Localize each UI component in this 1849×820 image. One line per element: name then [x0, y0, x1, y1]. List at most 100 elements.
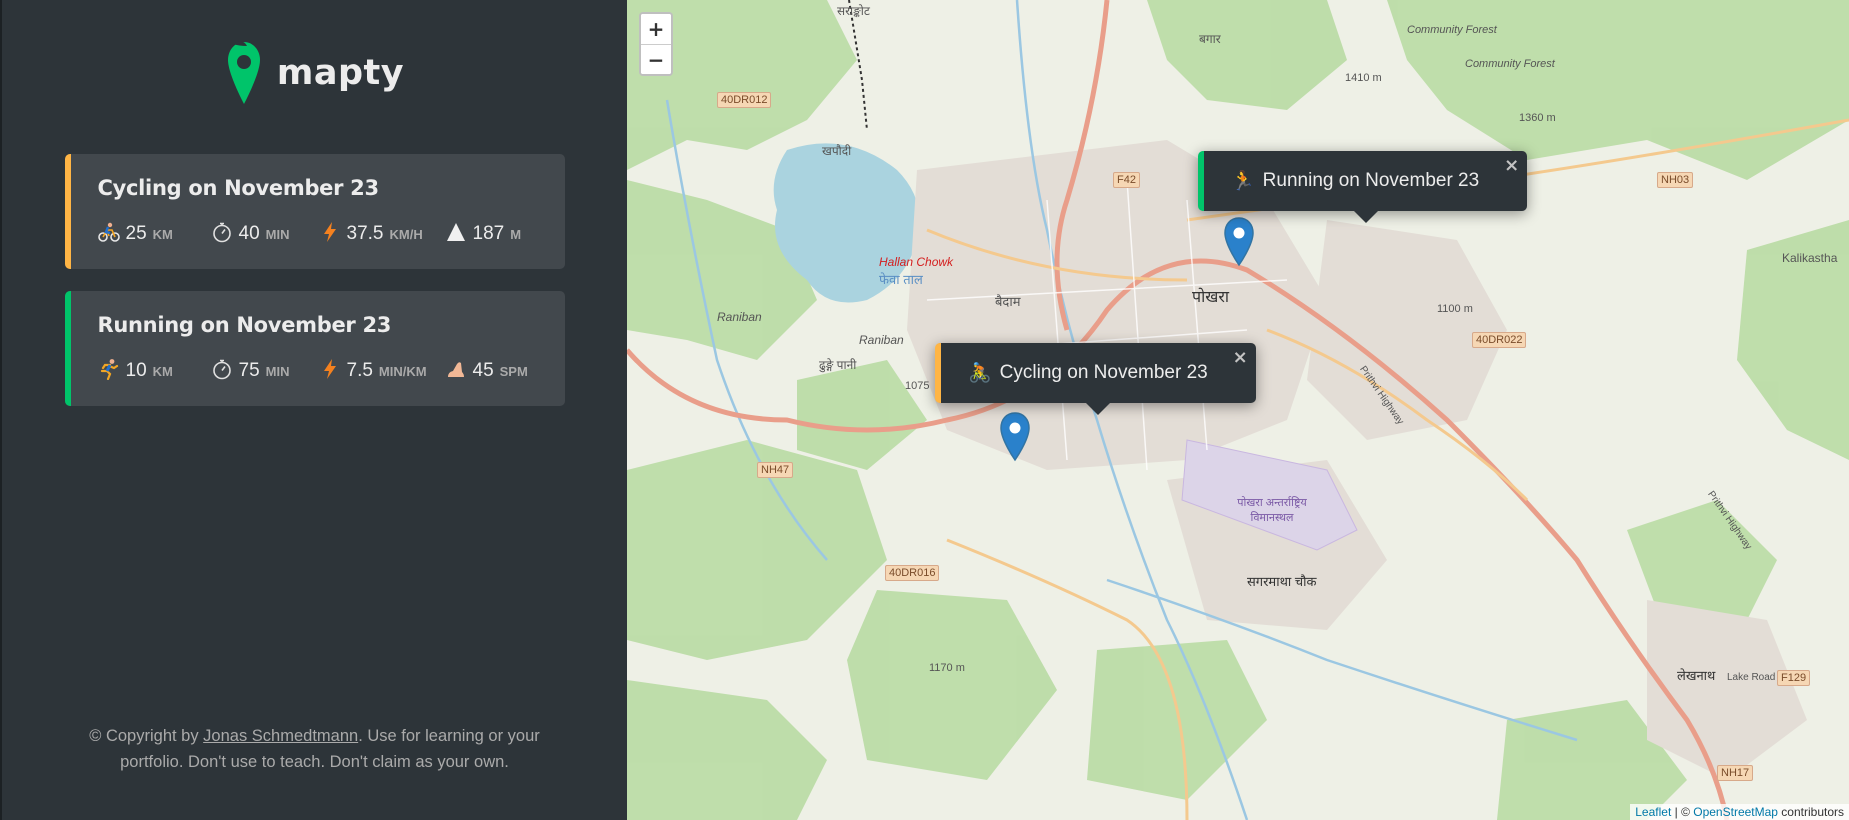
lightning-icon: [319, 221, 341, 243]
cyclist-icon: [97, 221, 120, 243]
popup-close-button[interactable]: ×: [1233, 347, 1248, 368]
pace-value: 7.5: [346, 360, 373, 381]
copyright-prefix: © Copyright by: [89, 727, 204, 745]
mountain-icon: [445, 221, 467, 243]
map-tiles: [627, 0, 1849, 820]
popup-tip: [1086, 403, 1111, 415]
running-popup: 🏃 Running on November 23 ×: [1198, 151, 1528, 223]
map-label-sagarmatha-chowk: सगरमाथा चौक: [1247, 574, 1317, 589]
map-label-1075: 1075: [905, 380, 930, 392]
map-pin-icon: [1224, 217, 1254, 267]
map-label-baidam: बैदाम: [995, 294, 1021, 309]
popup-label: Running on November 23: [1262, 170, 1480, 191]
popup-close-button[interactable]: ×: [1504, 155, 1519, 176]
pace-detail: 7.5 min/km: [319, 354, 445, 382]
cadence-unit: spm: [499, 364, 528, 379]
map-label-1360: 1360 m: [1519, 112, 1556, 124]
map-marker-cycling[interactable]: [999, 412, 1031, 462]
road-tag-nh17: NH17: [1717, 765, 1754, 781]
workout-details: 10 km 75 min: [98, 354, 565, 382]
distance-unit: km: [152, 364, 173, 379]
road-tag-40dr012: 40DR012: [717, 92, 772, 108]
elevation-unit: m: [510, 227, 522, 242]
duration-unit: min: [265, 227, 290, 242]
workout-item-cycling[interactable]: Cycling on November 23 25 km: [64, 154, 565, 269]
map-label-dhungepani: ढुङ्गे पानी: [819, 358, 857, 372]
logo: mapty: [225, 38, 404, 108]
duration-detail: 75 min: [211, 354, 319, 382]
duration-value: 40: [238, 223, 260, 244]
map-label-1410: 1410 m: [1345, 72, 1382, 84]
copyright-footer: © Copyright by Jonas Schmedtmann. Use fo…: [2, 723, 627, 775]
duration-unit: min: [265, 364, 290, 379]
map-attribution: Leaflet | © OpenStreetMap contributors: [1630, 804, 1849, 820]
workout-item-running[interactable]: Running on November 23 10 km: [64, 291, 565, 406]
distance-value: 25: [125, 223, 147, 244]
road-tag-f42: F42: [1113, 172, 1140, 188]
map-label-pokhara: पोखरा: [1192, 289, 1230, 306]
popup-label: Cycling on November 23: [999, 362, 1208, 383]
attribution-suffix: contributors: [1777, 805, 1844, 819]
map-label-community-forest-2: Community Forest: [1465, 58, 1555, 70]
map[interactable]: सराङ्कोट बगार खपौदी Hallan Chowk फेवा ता…: [627, 0, 1849, 820]
map-pin-logo-icon: [225, 40, 263, 106]
leaflet-link[interactable]: Leaflet: [1635, 805, 1671, 819]
stopwatch-icon: [211, 358, 233, 380]
author-link[interactable]: Jonas Schmedtmann: [203, 727, 358, 745]
lightning-icon: [319, 358, 341, 380]
runner-icon: 🏃: [1231, 171, 1255, 192]
runner-icon: [98, 358, 120, 380]
workout-details: 25 km 40 min: [97, 217, 565, 245]
map-label-airport: पोखरा अन्तर्राष्ट्रिय विमानस्थल: [1237, 497, 1307, 524]
map-label-lake-road: Lake Road: [1727, 672, 1776, 683]
workout-title: Cycling on November 23: [97, 176, 380, 200]
cycling-popup: 🚴 Cycling on November 23 ×: [935, 343, 1256, 415]
attribution-separator: | ©: [1671, 805, 1694, 819]
map-label-sarangkot: सराङ्कोट: [837, 4, 870, 18]
popup-tip: [1353, 211, 1378, 223]
map-label-khapaudi: खपौदी: [822, 144, 852, 158]
workout-title: Running on November 23: [97, 313, 392, 337]
pace-unit: min/km: [378, 364, 427, 379]
map-marker-running[interactable]: [1223, 217, 1255, 267]
duration-value: 75: [238, 360, 260, 381]
map-label-1100: 1100 m: [1437, 303, 1473, 315]
footprint-icon: [445, 358, 467, 380]
sidebar: mapty Cycling on November 23 25 KM 40 MI…: [0, 0, 627, 820]
road-tag-40dr016: 40DR016: [885, 565, 940, 581]
openstreetmap-link[interactable]: OpenStreetMap: [1693, 805, 1778, 819]
zoom-control: + −: [639, 12, 673, 76]
cadence-value: 45: [472, 360, 494, 381]
speed-value: 37.5: [346, 223, 384, 244]
distance-unit: km: [152, 227, 173, 242]
map-pin-icon: [1000, 412, 1030, 462]
duration-detail: 40 min: [211, 217, 319, 245]
map-label-community-forest-1: Community Forest: [1407, 24, 1497, 36]
speed-detail: 37.5 km/h: [319, 217, 445, 245]
stopwatch-icon: [211, 221, 233, 243]
map-label-raniban-2: Raniban: [859, 333, 904, 347]
road-tag-40dr022: 40DR022: [1472, 332, 1527, 348]
map-label-1170: 1170 m: [929, 662, 965, 674]
zoom-out-button[interactable]: −: [641, 44, 671, 74]
map-label-fewa-lake: फेवा ताल: [879, 272, 923, 287]
zoom-in-button[interactable]: +: [641, 14, 671, 44]
road-tag-nh47: NH47: [757, 462, 794, 478]
map-label-raniban: Raniban: [717, 310, 762, 324]
workout-list: Cycling on November 23 25 km: [64, 154, 565, 406]
distance-detail: 25 km: [97, 217, 211, 245]
distance-value: 10: [125, 360, 147, 381]
map-label-hallan-chowk: Hallan Chowk: [879, 255, 954, 269]
road-tag-nh03: NH03: [1657, 172, 1694, 188]
elevation-detail: 187 m: [445, 217, 522, 245]
map-label-bagar: बगार: [1199, 32, 1221, 46]
map-label-lekhnath: लेखनाथ: [1677, 668, 1716, 683]
distance-detail: 10 km: [98, 354, 211, 382]
road-tag-f129: F129: [1777, 670, 1811, 686]
cyclist-icon: 🚴: [968, 363, 992, 384]
elevation-value: 187: [472, 223, 505, 244]
speed-unit: km/h: [389, 227, 423, 242]
map-label-kalikastha: Kalikastha: [1782, 251, 1838, 265]
brand-name: mapty: [276, 53, 405, 93]
cadence-detail: 45 spm: [445, 354, 528, 382]
